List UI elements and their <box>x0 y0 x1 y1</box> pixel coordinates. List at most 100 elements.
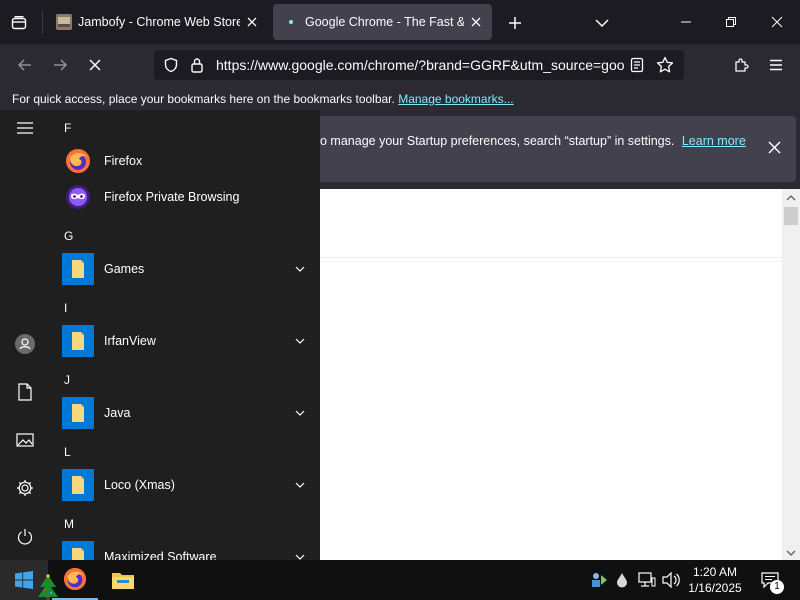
folder-icon <box>62 541 94 560</box>
tray-volume[interactable] <box>660 560 682 600</box>
tracking-protection-button[interactable] <box>160 54 182 76</box>
tray-network[interactable] <box>636 560 658 600</box>
app-folder-java[interactable]: Java <box>62 395 310 431</box>
app-label: Firefox <box>104 154 143 168</box>
power-button[interactable] <box>5 518 45 554</box>
plus-icon <box>509 17 521 29</box>
lock-icon <box>191 58 203 73</box>
pictures-button[interactable] <box>5 422 45 458</box>
folder-icon <box>62 325 94 357</box>
arrow-right-icon <box>54 59 68 71</box>
notification-text: o manage your Startup preferences, searc… <box>320 134 675 148</box>
clock-date: 1/16/2025 <box>688 581 742 595</box>
user-account-button[interactable] <box>5 326 45 362</box>
back-button[interactable] <box>10 50 40 80</box>
tab-bar: Jambofy - Chrome Web Store Google Chrome… <box>0 0 800 44</box>
chevron-down-icon[interactable] <box>290 259 310 279</box>
tab-list-icon <box>11 16 27 30</box>
app-folder-irfanview[interactable]: IrfanView <box>62 323 310 359</box>
app-label: Loco (Xmas) <box>104 478 175 492</box>
taskbar-firefox[interactable] <box>52 560 98 600</box>
section-letter[interactable]: L <box>64 445 71 459</box>
close-icon <box>89 59 101 71</box>
reader-view-button[interactable] <box>626 54 648 76</box>
app-list: F Firefox Firefox Private Browsing G Gam… <box>50 110 320 560</box>
chevron-down-icon[interactable] <box>290 547 310 560</box>
minimize-button[interactable] <box>666 8 706 36</box>
scroll-up-icon <box>786 195 796 201</box>
tray-droplet[interactable] <box>612 560 632 600</box>
app-label: IrfanView <box>104 334 156 348</box>
puzzle-icon <box>735 58 749 72</box>
start-button[interactable] <box>0 560 58 600</box>
section-letter[interactable]: J <box>64 373 70 387</box>
close-icon <box>767 140 781 154</box>
chevron-down-icon[interactable] <box>290 331 310 351</box>
app-label: Games <box>104 262 145 276</box>
forward-button[interactable] <box>45 50 75 80</box>
new-tab-button[interactable] <box>502 10 528 36</box>
app-folder-games[interactable]: Games <box>62 251 310 287</box>
firefox-icon <box>63 567 87 591</box>
expand-menu-button[interactable] <box>5 110 45 146</box>
close-icon <box>471 17 481 27</box>
tray-app-icon[interactable] <box>589 560 609 600</box>
app-menu-button[interactable] <box>761 50 791 80</box>
app-label: Java <box>104 406 131 420</box>
volume-icon <box>662 572 680 588</box>
star-icon <box>656 56 674 73</box>
system-clock[interactable]: 1:20 AM 1/16/2025 <box>680 564 750 596</box>
app-folder-loco[interactable]: Loco (Xmas) <box>62 467 310 503</box>
file-explorer-icon <box>112 573 134 589</box>
arrow-left-icon <box>17 59 31 71</box>
tab-list-button[interactable] <box>6 10 32 36</box>
document-icon <box>18 383 32 401</box>
start-rail <box>0 110 50 560</box>
site-info-button[interactable] <box>186 54 208 76</box>
scrollbar[interactable] <box>782 189 800 563</box>
windows-logo-icon <box>15 571 33 589</box>
app-firefox-private[interactable]: Firefox Private Browsing <box>62 179 310 215</box>
chevron-down-icon <box>595 19 609 28</box>
list-all-tabs-button[interactable] <box>589 10 615 36</box>
divider <box>320 261 782 262</box>
url-text[interactable]: https://www.google.com/chrome/?brand=GGR… <box>216 57 624 73</box>
taskbar-file-explorer[interactable] <box>100 560 146 600</box>
restore-button[interactable] <box>711 8 751 36</box>
settings-button[interactable] <box>5 470 45 506</box>
section-letter[interactable]: M <box>64 517 74 531</box>
minimize-icon <box>681 21 691 23</box>
section-letter[interactable]: F <box>64 121 71 135</box>
scroll-thumb[interactable] <box>784 207 798 225</box>
close-tab-button[interactable] <box>464 10 488 34</box>
tab-title: Google Chrome - The Fast & Se <box>305 15 464 29</box>
url-bar[interactable]: https://www.google.com/chrome/?brand=GGR… <box>154 50 684 80</box>
stop-button[interactable] <box>80 50 110 80</box>
section-letter[interactable]: I <box>64 301 67 315</box>
section-letter[interactable]: G <box>64 229 73 243</box>
documents-button[interactable] <box>5 374 45 410</box>
chevron-down-icon[interactable] <box>290 403 310 423</box>
avatar-icon <box>15 334 35 354</box>
learn-more-link[interactable]: Learn more <box>682 134 746 148</box>
chevron-down-icon[interactable] <box>290 475 310 495</box>
extensions-button[interactable] <box>726 50 756 80</box>
loading-icon <box>289 20 293 24</box>
manage-bookmarks-link[interactable]: Manage bookmarks... <box>398 92 513 106</box>
gear-icon <box>17 480 33 496</box>
app-folder-maximized-software[interactable]: Maximized Software <box>62 539 310 560</box>
bookmark-star-button[interactable] <box>654 54 676 76</box>
tab-chrome-web-store[interactable]: Jambofy - Chrome Web Store <box>46 4 268 40</box>
app-firefox[interactable]: Firefox <box>62 143 310 179</box>
hamburger-icon <box>770 59 782 71</box>
navigation-toolbar: https://www.google.com/chrome/?brand=GGR… <box>0 44 800 86</box>
close-tab-button[interactable] <box>240 10 264 34</box>
bookmarks-hint-text: For quick access, place your bookmarks h… <box>12 92 395 106</box>
reader-view-icon <box>630 57 644 73</box>
close-notification-button[interactable] <box>761 134 787 160</box>
tab-google-chrome[interactable]: Google Chrome - The Fast & Se <box>273 4 492 40</box>
close-window-button[interactable] <box>757 8 797 36</box>
action-center-button[interactable]: 1 <box>754 560 786 600</box>
close-icon <box>247 17 257 27</box>
firefox-icon <box>62 145 94 177</box>
